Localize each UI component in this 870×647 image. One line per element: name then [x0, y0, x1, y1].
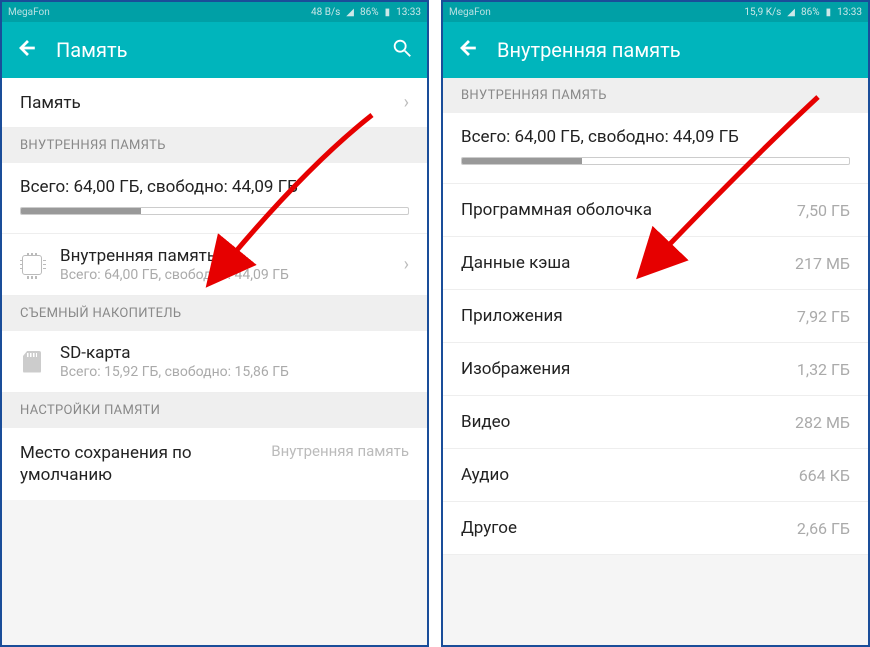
- storage-row-value: 2,66 ГБ: [797, 519, 850, 538]
- sd-card-sub: Всего: 15,92 ГБ, свободно: 15,86 ГБ: [60, 364, 409, 380]
- default-save-location[interactable]: Место сохранения по умолчанию Внутренняя…: [2, 428, 427, 500]
- storage-bar: [461, 157, 850, 165]
- app-bar: Память: [2, 22, 427, 78]
- storage-row-value: 7,50 ГБ: [797, 201, 850, 220]
- sd-card-item[interactable]: SD-карта Всего: 15,92 ГБ, свободно: 15,8…: [2, 331, 427, 393]
- storage-summary-text: Всего: 64,00 ГБ, свободно: 44,09 ГБ: [20, 177, 409, 197]
- storage-summary-text: Всего: 64,00 ГБ, свободно: 44,09 ГБ: [461, 127, 850, 147]
- storage-row-label: Изображения: [461, 359, 797, 379]
- status-bar: MegaFon 48 B/s ◢ 86% ▮ 13:33: [2, 2, 427, 22]
- chevron-right-icon: ›: [404, 254, 409, 275]
- storage-bar-fill: [21, 208, 141, 214]
- page-title: Память: [56, 38, 373, 62]
- battery-icon: ▮: [385, 7, 391, 18]
- storage-row-label: Данные кэша: [461, 253, 795, 273]
- page-title: Внутренняя память: [497, 38, 854, 62]
- settings-header: НАСТРОЙКИ ПАМЯТИ: [2, 393, 427, 428]
- storage-row-label: Другое: [461, 518, 797, 538]
- internal-storage-item[interactable]: Внутренняя память Всего: 64,00 ГБ, свобо…: [2, 234, 427, 296]
- storage-row-value: 1,32 ГБ: [797, 360, 850, 379]
- memory-row-label: Память: [20, 93, 404, 113]
- battery-pct: 86%: [801, 7, 820, 18]
- storage-row-label: Видео: [461, 412, 795, 432]
- sd-card-icon: [20, 350, 44, 374]
- storage-row[interactable]: Изображения1,32 ГБ: [443, 343, 868, 396]
- save-location-value: Внутренняя память: [271, 442, 409, 462]
- storage-row-value: 664 КБ: [799, 466, 850, 485]
- storage-row-value: 217 МБ: [795, 254, 850, 273]
- internal-storage-title: Внутренняя память: [60, 246, 404, 266]
- storage-summary: Всего: 64,00 ГБ, свободно: 44,09 ГБ: [2, 163, 427, 234]
- clock: 13:33: [837, 7, 862, 18]
- signal-icon: ◢: [346, 7, 354, 18]
- panel-internal-memory: MegaFon 15,9 K/s ◢ 86% ▮ 13:33 Внутрення…: [441, 0, 870, 647]
- clock: 13:33: [396, 7, 421, 18]
- storage-row-label: Программная оболочка: [461, 200, 797, 220]
- internal-header: ВНУТРЕННЯЯ ПАМЯТЬ: [2, 128, 427, 163]
- storage-row-value: 7,92 ГБ: [797, 307, 850, 326]
- storage-rows: Программная оболочка7,50 ГБДанные кэша21…: [443, 184, 868, 555]
- signal-icon: ◢: [787, 7, 795, 18]
- panel-memory: MegaFon 48 B/s ◢ 86% ▮ 13:33 Память Памя…: [0, 0, 429, 647]
- storage-bar-fill: [462, 158, 582, 164]
- storage-bar: [20, 207, 409, 215]
- net-speed: 15,9 K/s: [744, 7, 781, 18]
- carrier-label: MegaFon: [449, 7, 491, 18]
- sd-card-title: SD-карта: [60, 343, 409, 363]
- internal-storage-sub: Всего: 64,00 ГБ, свободно: 44,09 ГБ: [60, 267, 404, 283]
- storage-row[interactable]: Приложения7,92 ГБ: [443, 290, 868, 343]
- back-icon[interactable]: [457, 37, 479, 63]
- storage-row[interactable]: Программная оболочка7,50 ГБ: [443, 184, 868, 237]
- back-icon[interactable]: [16, 37, 38, 63]
- carrier-label: MegaFon: [8, 7, 50, 18]
- battery-icon: ▮: [826, 7, 832, 18]
- memory-row[interactable]: Память ›: [2, 78, 427, 128]
- removable-header: СЪЕМНЫЙ НАКОПИТЕЛЬ: [2, 296, 427, 331]
- storage-row-label: Аудио: [461, 465, 799, 485]
- app-bar: Внутренняя память: [443, 22, 868, 78]
- save-location-label: Место сохранения по умолчанию: [20, 442, 271, 486]
- battery-pct: 86%: [360, 7, 379, 18]
- status-bar: MegaFon 15,9 K/s ◢ 86% ▮ 13:33: [443, 2, 868, 22]
- search-icon[interactable]: [391, 37, 413, 63]
- net-speed: 48 B/s: [311, 7, 340, 18]
- storage-row[interactable]: Данные кэша217 МБ: [443, 237, 868, 290]
- storage-row[interactable]: Аудио664 КБ: [443, 449, 868, 502]
- storage-row-label: Приложения: [461, 306, 797, 326]
- storage-row[interactable]: Другое2,66 ГБ: [443, 502, 868, 555]
- storage-summary: Всего: 64,00 ГБ, свободно: 44,09 ГБ: [443, 113, 868, 184]
- chip-icon: [20, 253, 44, 277]
- storage-row[interactable]: Видео282 МБ: [443, 396, 868, 449]
- internal-header: ВНУТРЕННЯЯ ПАМЯТЬ: [443, 78, 868, 113]
- chevron-right-icon: ›: [404, 92, 409, 113]
- storage-row-value: 282 МБ: [795, 413, 850, 432]
